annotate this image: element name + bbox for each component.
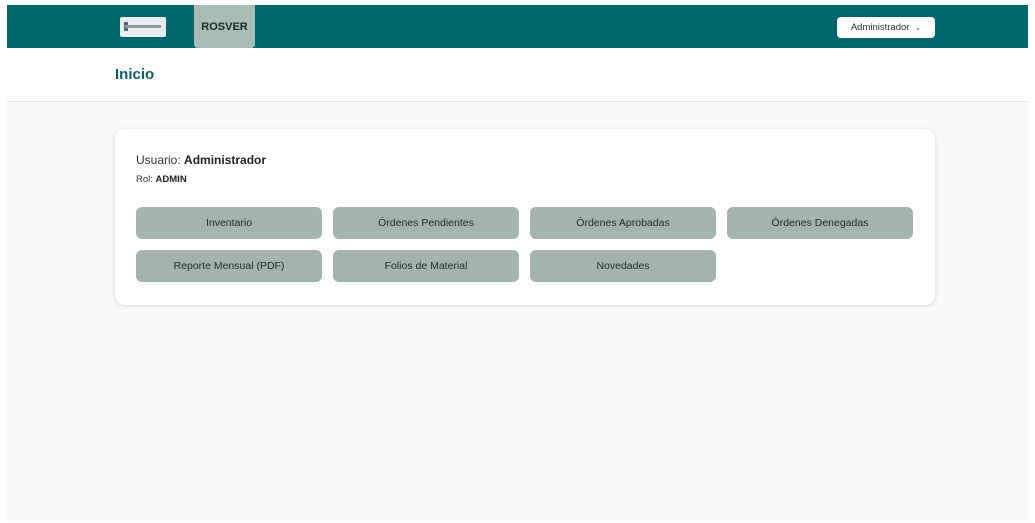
role-label: Rol: — [136, 174, 153, 185]
page-title: Inicio — [115, 66, 155, 83]
logo-bar — [125, 25, 161, 28]
role-info: Rol: ADMIN — [136, 174, 187, 185]
page-header: Inicio — [7, 48, 1028, 102]
brand-tab[interactable]: ROSVER — [194, 5, 255, 48]
logo[interactable] — [120, 17, 166, 37]
inventario-button[interactable]: Inventario — [136, 207, 322, 239]
novedades-button[interactable]: Novedades — [530, 250, 716, 282]
user-menu-label: Administrador — [850, 22, 910, 33]
ordenes-pendientes-button[interactable]: Órdenes Pendientes — [333, 207, 519, 239]
top-navbar: ROSVER Administrador ⌄ — [7, 5, 1028, 48]
user-menu-dropdown[interactable]: Administrador ⌄ — [837, 17, 935, 38]
user-name: Administrador — [184, 153, 267, 167]
ordenes-aprobadas-button[interactable]: Órdenes Aprobadas — [530, 207, 716, 239]
reporte-mensual-button[interactable]: Reporte Mensual (PDF) — [136, 250, 322, 282]
chevron-down-icon: ⌄ — [914, 23, 922, 32]
app-window: ROSVER Administrador ⌄ Inicio Usuario: A… — [7, 5, 1028, 521]
role-value: ADMIN — [155, 174, 187, 185]
folios-material-button[interactable]: Folios de Material — [333, 250, 519, 282]
ordenes-denegadas-button[interactable]: Órdenes Denegadas — [727, 207, 913, 239]
dashboard-card: Usuario: Administrador Rol: ADMIN Invent… — [115, 129, 935, 305]
user-info: Usuario: Administrador — [136, 153, 266, 167]
user-label: Usuario: — [136, 153, 181, 167]
